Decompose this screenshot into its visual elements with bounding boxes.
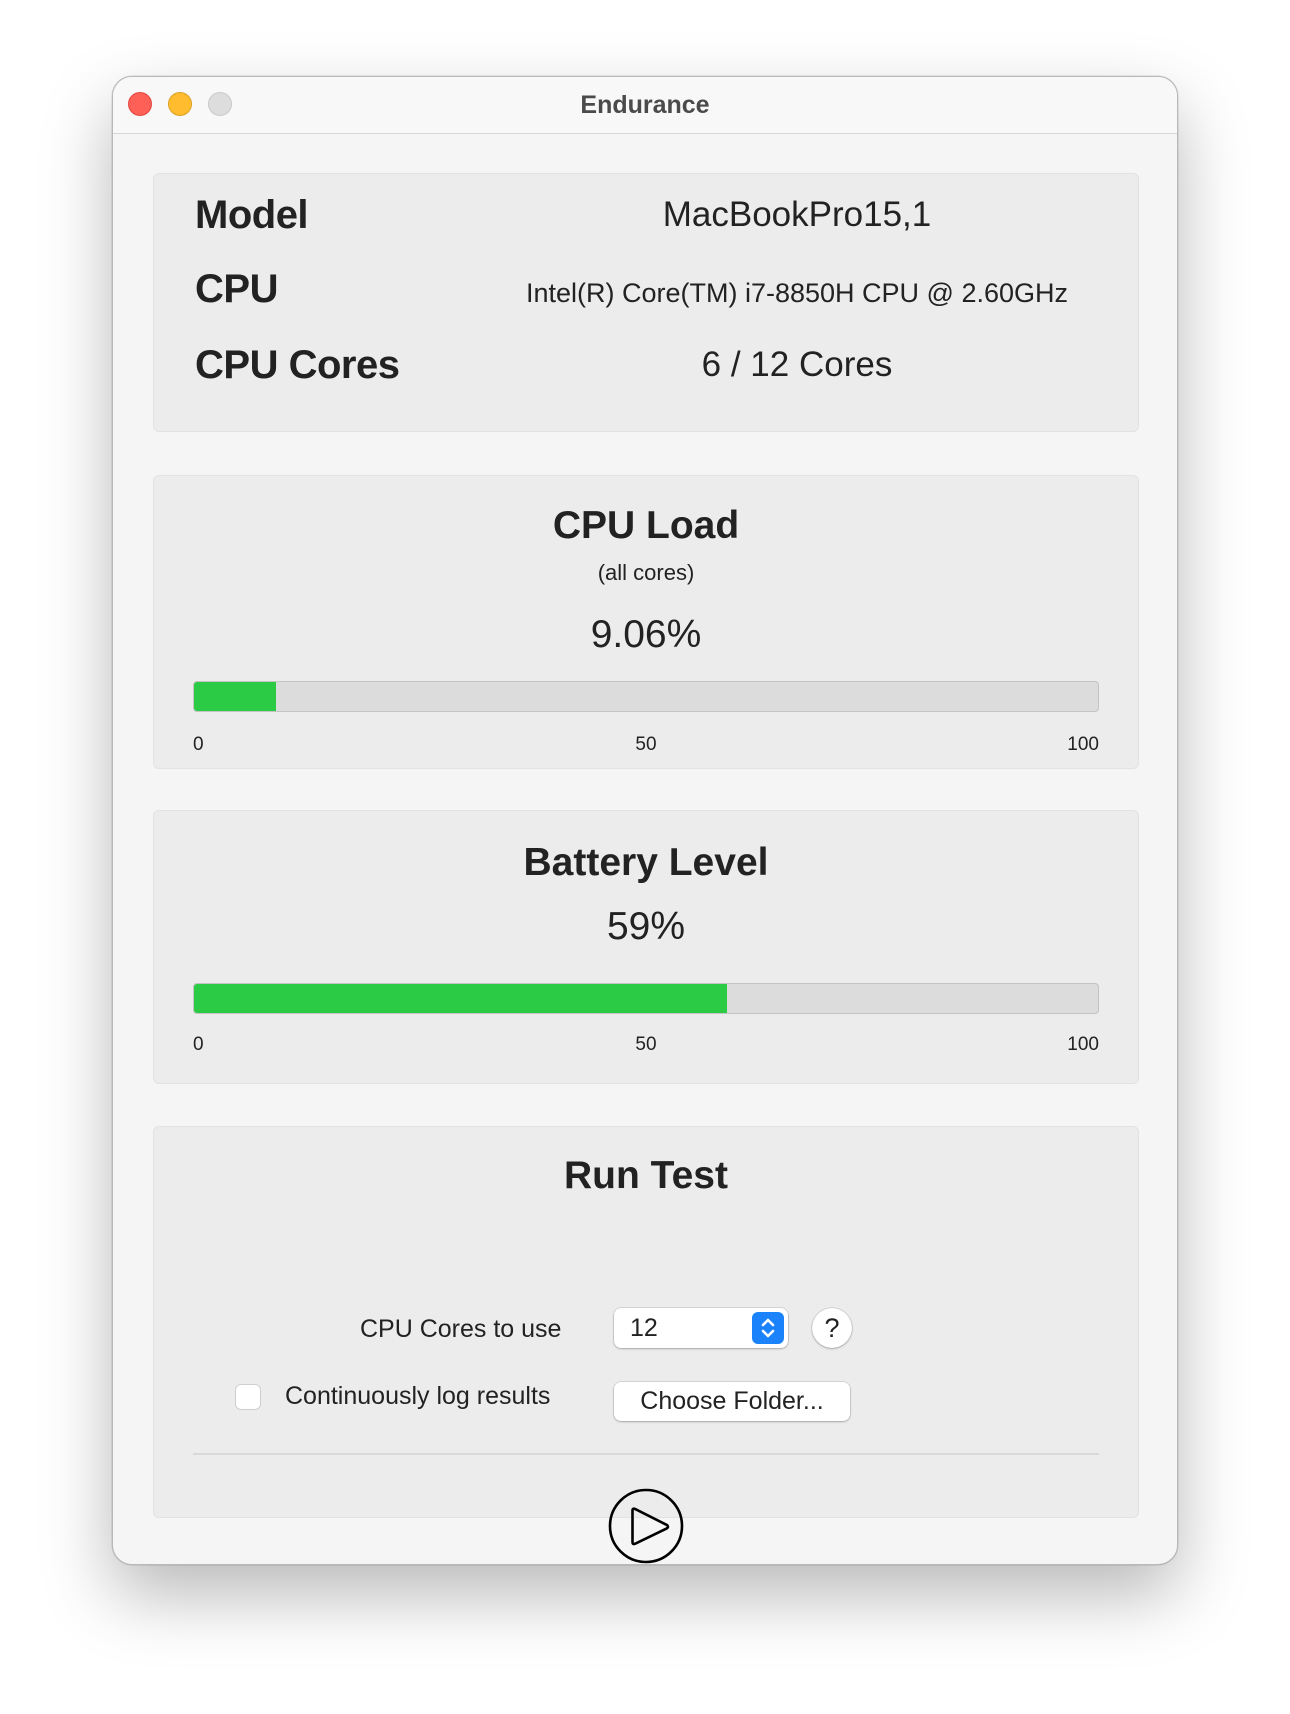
cpu-cores-select[interactable]: 12 [614,1308,788,1348]
cpu-load-title: CPU Load [552,504,740,547]
choose-folder-button[interactable]: Choose Folder... [614,1382,850,1421]
cpu-cores-label: CPU Cores [195,343,400,387]
run-test-title: Run Test [564,1154,728,1197]
continuously-log-label: Continuously log results [285,1382,551,1410]
help-button[interactable]: ? [812,1308,852,1348]
run-test-panel: Run Test CPU Cores to use 12 ? Continuou… [153,1126,1139,1564]
battery-tick-0: 0 [193,1034,204,1055]
model-value: MacBookPro15,1 [662,195,932,234]
battery-value: 59% [606,905,686,948]
info-row-cores: CPU Cores 6 / 12 Cores [154,340,1138,390]
title-bar: Endurance [113,77,1177,134]
battery-title: Battery Level [523,841,769,884]
cpu-load-bar [193,681,1099,712]
cpu-load-tick-100: 100 [1067,734,1099,755]
cpu-load-tick-0: 0 [193,734,204,755]
cpu-cores-value: 6 / 12 Cores [701,345,893,384]
battery-panel: Battery Level 59% 0 50 100 [153,810,1139,1084]
cpu-load-bar-fill [194,682,276,711]
cpu-label: CPU [195,267,278,311]
info-row-cpu: CPU Intel(R) Core(TM) i7-8850H CPU @ 2.6… [154,264,1138,314]
info-row-model: Model MacBookPro15,1 [154,190,1138,240]
battery-bar [193,983,1099,1014]
window-title: Endurance [580,91,710,119]
cpu-load-tick-50: 50 [635,734,657,755]
continuously-log-checkbox[interactable] [235,1384,261,1410]
app-window: Endurance Model MacBookPro15,1 CPU Intel… [112,76,1178,1565]
cpu-load-subtitle: (all cores) [597,560,695,585]
battery-bar-fill [194,984,728,1013]
battery-tick-100: 100 [1067,1034,1099,1055]
play-button[interactable] [608,1488,684,1564]
cpu-cores-select-value: 12 [630,1314,658,1342]
model-label: Model [195,193,309,237]
stepper-chevrons-icon[interactable] [752,1312,784,1344]
cpu-load-panel: CPU Load (all cores) 9.06% 0 50 100 [153,475,1139,769]
system-info-panel: Model MacBookPro15,1 CPU Intel(R) Core(T… [153,173,1139,432]
cpu-value: Intel(R) Core(TM) i7-8850H CPU @ 2.60GHz [525,278,1069,308]
cpu-load-value: 9.06% [590,613,702,656]
cpu-cores-to-use-label: CPU Cores to use [360,1315,562,1343]
battery-tick-50: 50 [635,1034,657,1055]
divider [193,1453,1099,1455]
play-circle-icon [608,1488,684,1564]
